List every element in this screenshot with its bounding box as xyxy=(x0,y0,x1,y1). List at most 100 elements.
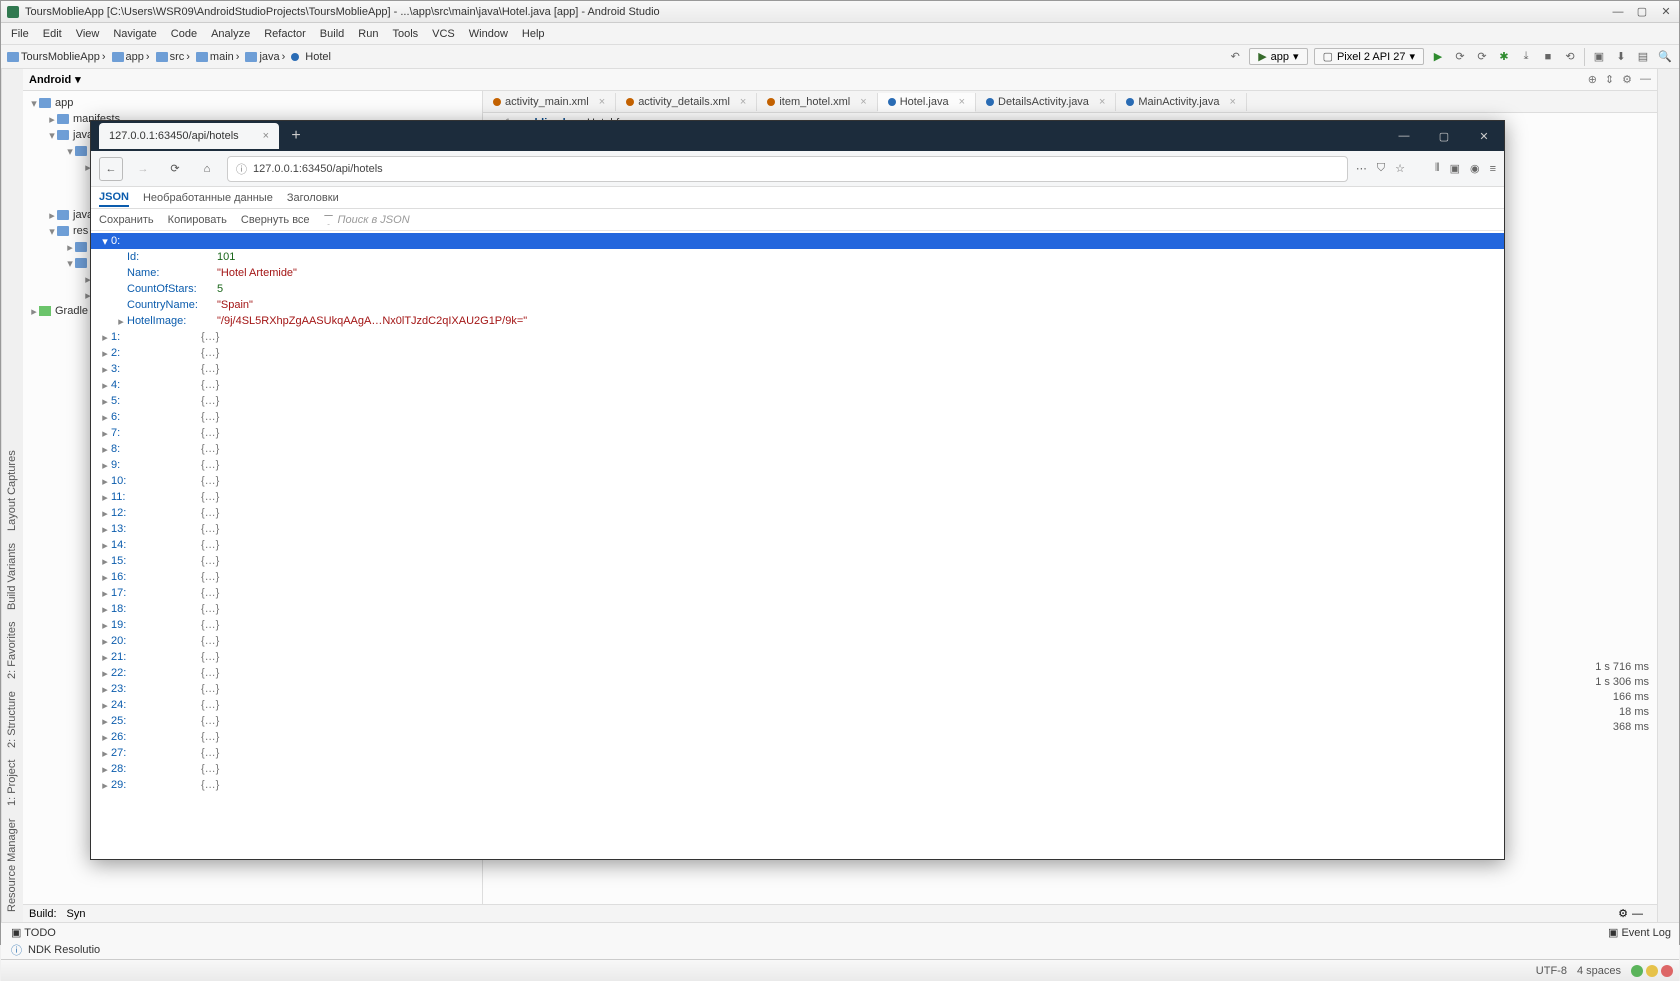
json-collapsed-row[interactable]: ▸18:{…} xyxy=(91,601,1504,617)
indent-label[interactable]: 4 spaces xyxy=(1577,965,1621,977)
menu-navigate[interactable]: Navigate xyxy=(107,26,162,42)
json-root-node[interactable]: ▾ 0: xyxy=(91,233,1504,249)
json-collapsed-row[interactable]: ▸9:{…} xyxy=(91,457,1504,473)
target-icon[interactable]: ⊕ xyxy=(1588,73,1597,86)
close-tab-icon[interactable]: × xyxy=(255,130,269,142)
minimize-icon[interactable]: — xyxy=(1384,121,1424,151)
arrow-right-icon[interactable]: ▸ xyxy=(99,491,111,504)
url-input[interactable]: ⓘ 127.0.0.1:63450/api/hotels xyxy=(227,156,1348,182)
json-collapsed-row[interactable]: ▸15:{…} xyxy=(91,553,1504,569)
library-icon[interactable]: ⫴ xyxy=(1435,162,1440,175)
event-log-tab[interactable]: ▣ Event Log xyxy=(1608,926,1671,939)
arrow-right-icon[interactable]: ▸ xyxy=(99,603,111,616)
menu-icon[interactable]: ≡ xyxy=(1490,163,1496,175)
menu-code[interactable]: Code xyxy=(165,26,203,42)
maximize-icon[interactable]: ▢ xyxy=(1424,121,1464,151)
arrow-right-icon[interactable]: ▸ xyxy=(99,363,111,376)
reload-button[interactable]: ⟳ xyxy=(163,157,187,181)
menu-file[interactable]: File xyxy=(5,26,35,42)
run-config-dropdown[interactable]: ▶app▾ xyxy=(1249,48,1307,65)
json-collapsed-row[interactable]: ▸8:{…} xyxy=(91,441,1504,457)
menu-refactor[interactable]: Refactor xyxy=(258,26,312,42)
gutter-project[interactable]: 1: Project xyxy=(4,756,21,810)
hide-icon[interactable]: — xyxy=(1640,73,1651,86)
menu-run[interactable]: Run xyxy=(352,26,384,42)
json-collapsed-row[interactable]: ▸4:{…} xyxy=(91,377,1504,393)
subtab-raw[interactable]: Необработанные данные xyxy=(143,190,273,206)
json-collapsed-row[interactable]: ▸2:{…} xyxy=(91,345,1504,361)
bug-icon[interactable]: ✱ xyxy=(1496,49,1512,65)
device-dropdown[interactable]: ▢Pixel 2 API 27▾ xyxy=(1314,48,1424,65)
arrow-right-icon[interactable]: ▸ xyxy=(99,747,111,760)
json-copy[interactable]: Копировать xyxy=(168,214,227,226)
tab-item-hotel[interactable]: item_hotel.xml× xyxy=(757,93,877,111)
json-collapsed-row[interactable]: ▸13:{…} xyxy=(91,521,1504,537)
arrow-right-icon[interactable]: ▸ xyxy=(99,475,111,488)
arrow-right-icon[interactable]: ▸ xyxy=(99,443,111,456)
json-collapsed-row[interactable]: ▸6:{…} xyxy=(91,409,1504,425)
shield-icon[interactable]: ⛉ xyxy=(1377,162,1385,175)
sidebar-icon[interactable]: ▣ xyxy=(1450,162,1460,175)
arrow-right-icon[interactable]: ▸ xyxy=(99,347,111,360)
arrow-right-icon[interactable]: ▸ xyxy=(99,699,111,712)
arrow-right-icon[interactable]: ▸ xyxy=(99,779,111,792)
gutter-favorites[interactable]: 2: Favorites xyxy=(4,618,21,683)
project-view-dropdown[interactable]: Android▾ xyxy=(29,73,81,86)
json-collapsed-row[interactable]: ▸22:{…} xyxy=(91,665,1504,681)
structure-icon[interactable]: ▤ xyxy=(1635,49,1651,65)
json-field-row[interactable]: Id:101 xyxy=(91,249,1504,265)
json-collapsed-row[interactable]: ▸14:{…} xyxy=(91,537,1504,553)
arrow-right-icon[interactable]: ▸ xyxy=(99,619,111,632)
json-collapsed-row[interactable]: ▸28:{…} xyxy=(91,761,1504,777)
gutter-build-variants[interactable]: Build Variants xyxy=(4,539,21,614)
profile-icon[interactable]: ⟳ xyxy=(1474,49,1490,65)
gear-icon[interactable]: ⚙ xyxy=(1622,73,1632,86)
home-button[interactable]: ⌂ xyxy=(195,157,219,181)
arrow-right-icon[interactable]: ▸ xyxy=(99,667,111,680)
menu-edit[interactable]: Edit xyxy=(37,26,68,42)
tab-activity-details[interactable]: activity_details.xml× xyxy=(616,93,757,111)
json-collapsed-row[interactable]: ▸21:{…} xyxy=(91,649,1504,665)
json-collapsed-row[interactable]: ▸26:{…} xyxy=(91,729,1504,745)
arrow-right-icon[interactable]: ▸ xyxy=(99,459,111,472)
arrow-right-icon[interactable]: ▸ xyxy=(99,379,111,392)
arrow-right-icon[interactable]: ▸ xyxy=(99,395,111,408)
json-collapsed-row[interactable]: ▸25:{…} xyxy=(91,713,1504,729)
new-tab-button[interactable]: + xyxy=(283,123,309,149)
sync-icon[interactable]: ⟲ xyxy=(1562,49,1578,65)
todo-tab[interactable]: ▣ TODO xyxy=(11,926,56,939)
tree-node[interactable]: app xyxy=(55,97,73,109)
gutter-layout-captures[interactable]: Layout Captures xyxy=(4,446,21,535)
subtab-json[interactable]: JSON xyxy=(99,189,129,207)
arrow-right-icon[interactable]: ▸ xyxy=(99,411,111,424)
attach-icon[interactable]: ⤓ xyxy=(1518,49,1534,65)
forward-button[interactable]: → xyxy=(131,157,155,181)
encoding-label[interactable]: UTF-8 xyxy=(1536,965,1567,977)
arrow-right-icon[interactable]: ▸ xyxy=(99,683,111,696)
json-field-row[interactable]: ▸HotelImage:"/9j/4SL5RXhpZgAASUkqAAgA…Nx… xyxy=(91,313,1504,329)
tab-hotel-java[interactable]: Hotel.java× xyxy=(878,93,976,112)
site-info-icon[interactable]: ⓘ xyxy=(236,161,247,177)
json-collapsed-row[interactable]: ▸5:{…} xyxy=(91,393,1504,409)
json-collapsed-row[interactable]: ▸1:{…} xyxy=(91,329,1504,345)
subtab-headers[interactable]: Заголовки xyxy=(287,190,339,206)
bookmark-icon[interactable]: ☆ xyxy=(1395,162,1405,175)
arrow-right-icon[interactable]: ▸ xyxy=(99,715,111,728)
menu-build[interactable]: Build xyxy=(314,26,350,42)
json-field-row[interactable]: Name:"Hotel Artemide" xyxy=(91,265,1504,281)
arrow-right-icon[interactable]: ▸ xyxy=(99,731,111,744)
json-save[interactable]: Сохранить xyxy=(99,214,154,226)
arrow-right-icon[interactable]: ▸ xyxy=(99,507,111,520)
menu-view[interactable]: View xyxy=(70,26,106,42)
close-icon[interactable]: ✕ xyxy=(1464,121,1504,151)
json-collapsed-row[interactable]: ▸24:{…} xyxy=(91,697,1504,713)
back-icon[interactable]: ↶ xyxy=(1227,49,1243,65)
sdk-icon[interactable]: ⬇ xyxy=(1613,49,1629,65)
maximize-icon[interactable]: ▢ xyxy=(1635,6,1649,18)
json-collapsed-row[interactable]: ▸27:{…} xyxy=(91,745,1504,761)
json-collapsed-row[interactable]: ▸11:{…} xyxy=(91,489,1504,505)
arrow-right-icon[interactable]: ▸ xyxy=(99,635,111,648)
more-icon[interactable]: ⋯ xyxy=(1356,162,1367,175)
search-icon[interactable]: 🔍 xyxy=(1657,49,1673,65)
browser-tab[interactable]: 127.0.0.1:63450/api/hotels × xyxy=(99,123,279,149)
